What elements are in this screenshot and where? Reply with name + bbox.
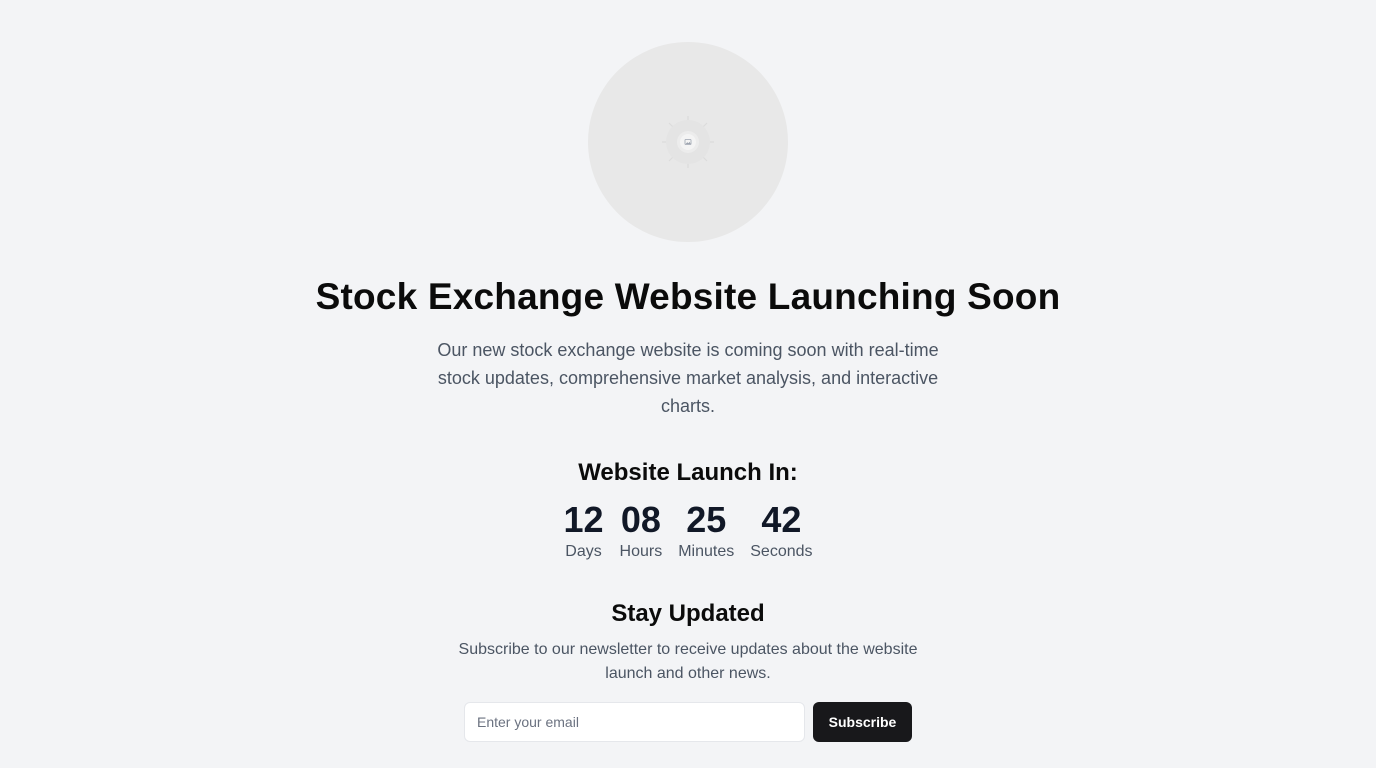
newsletter-description: Subscribe to our newsletter to receive u… [458,641,918,682]
page-subtitle: Our new stock exchange website is coming… [437,340,939,416]
countdown-label: Hours [619,543,663,560]
countdown-label: Seconds [750,543,813,560]
coming-soon-page: Stock Exchange Website Launching Soon Ou… [0,0,1376,768]
subscribe-button[interactable]: Subscribe [813,702,912,742]
countdown-seconds: 42 Seconds [750,500,812,563]
countdown-days: 12 Days [563,500,603,563]
page-title: Stock Exchange Website Launching Soon [315,276,1061,317]
countdown-value: 08 [620,499,661,540]
countdown-heading: Website Launch In: [578,459,798,486]
countdown-timer: 12 Days 08 Hours 25 Minutes 42 Seconds [563,500,812,563]
email-input[interactable] [464,702,805,742]
hero-image-placeholder [588,42,788,242]
image-placeholder-icon [658,112,718,172]
countdown-label: Minutes [678,543,735,560]
countdown-value: 25 [686,499,727,540]
subscribe-form: Subscribe [464,702,912,742]
countdown-minutes: 25 Minutes [678,500,734,563]
countdown-value: 42 [761,499,802,540]
countdown-label: Days [565,543,602,560]
newsletter-heading: Stay Updated [611,600,765,627]
countdown-hours: 08 Hours [620,500,663,563]
countdown-value: 12 [563,499,604,540]
